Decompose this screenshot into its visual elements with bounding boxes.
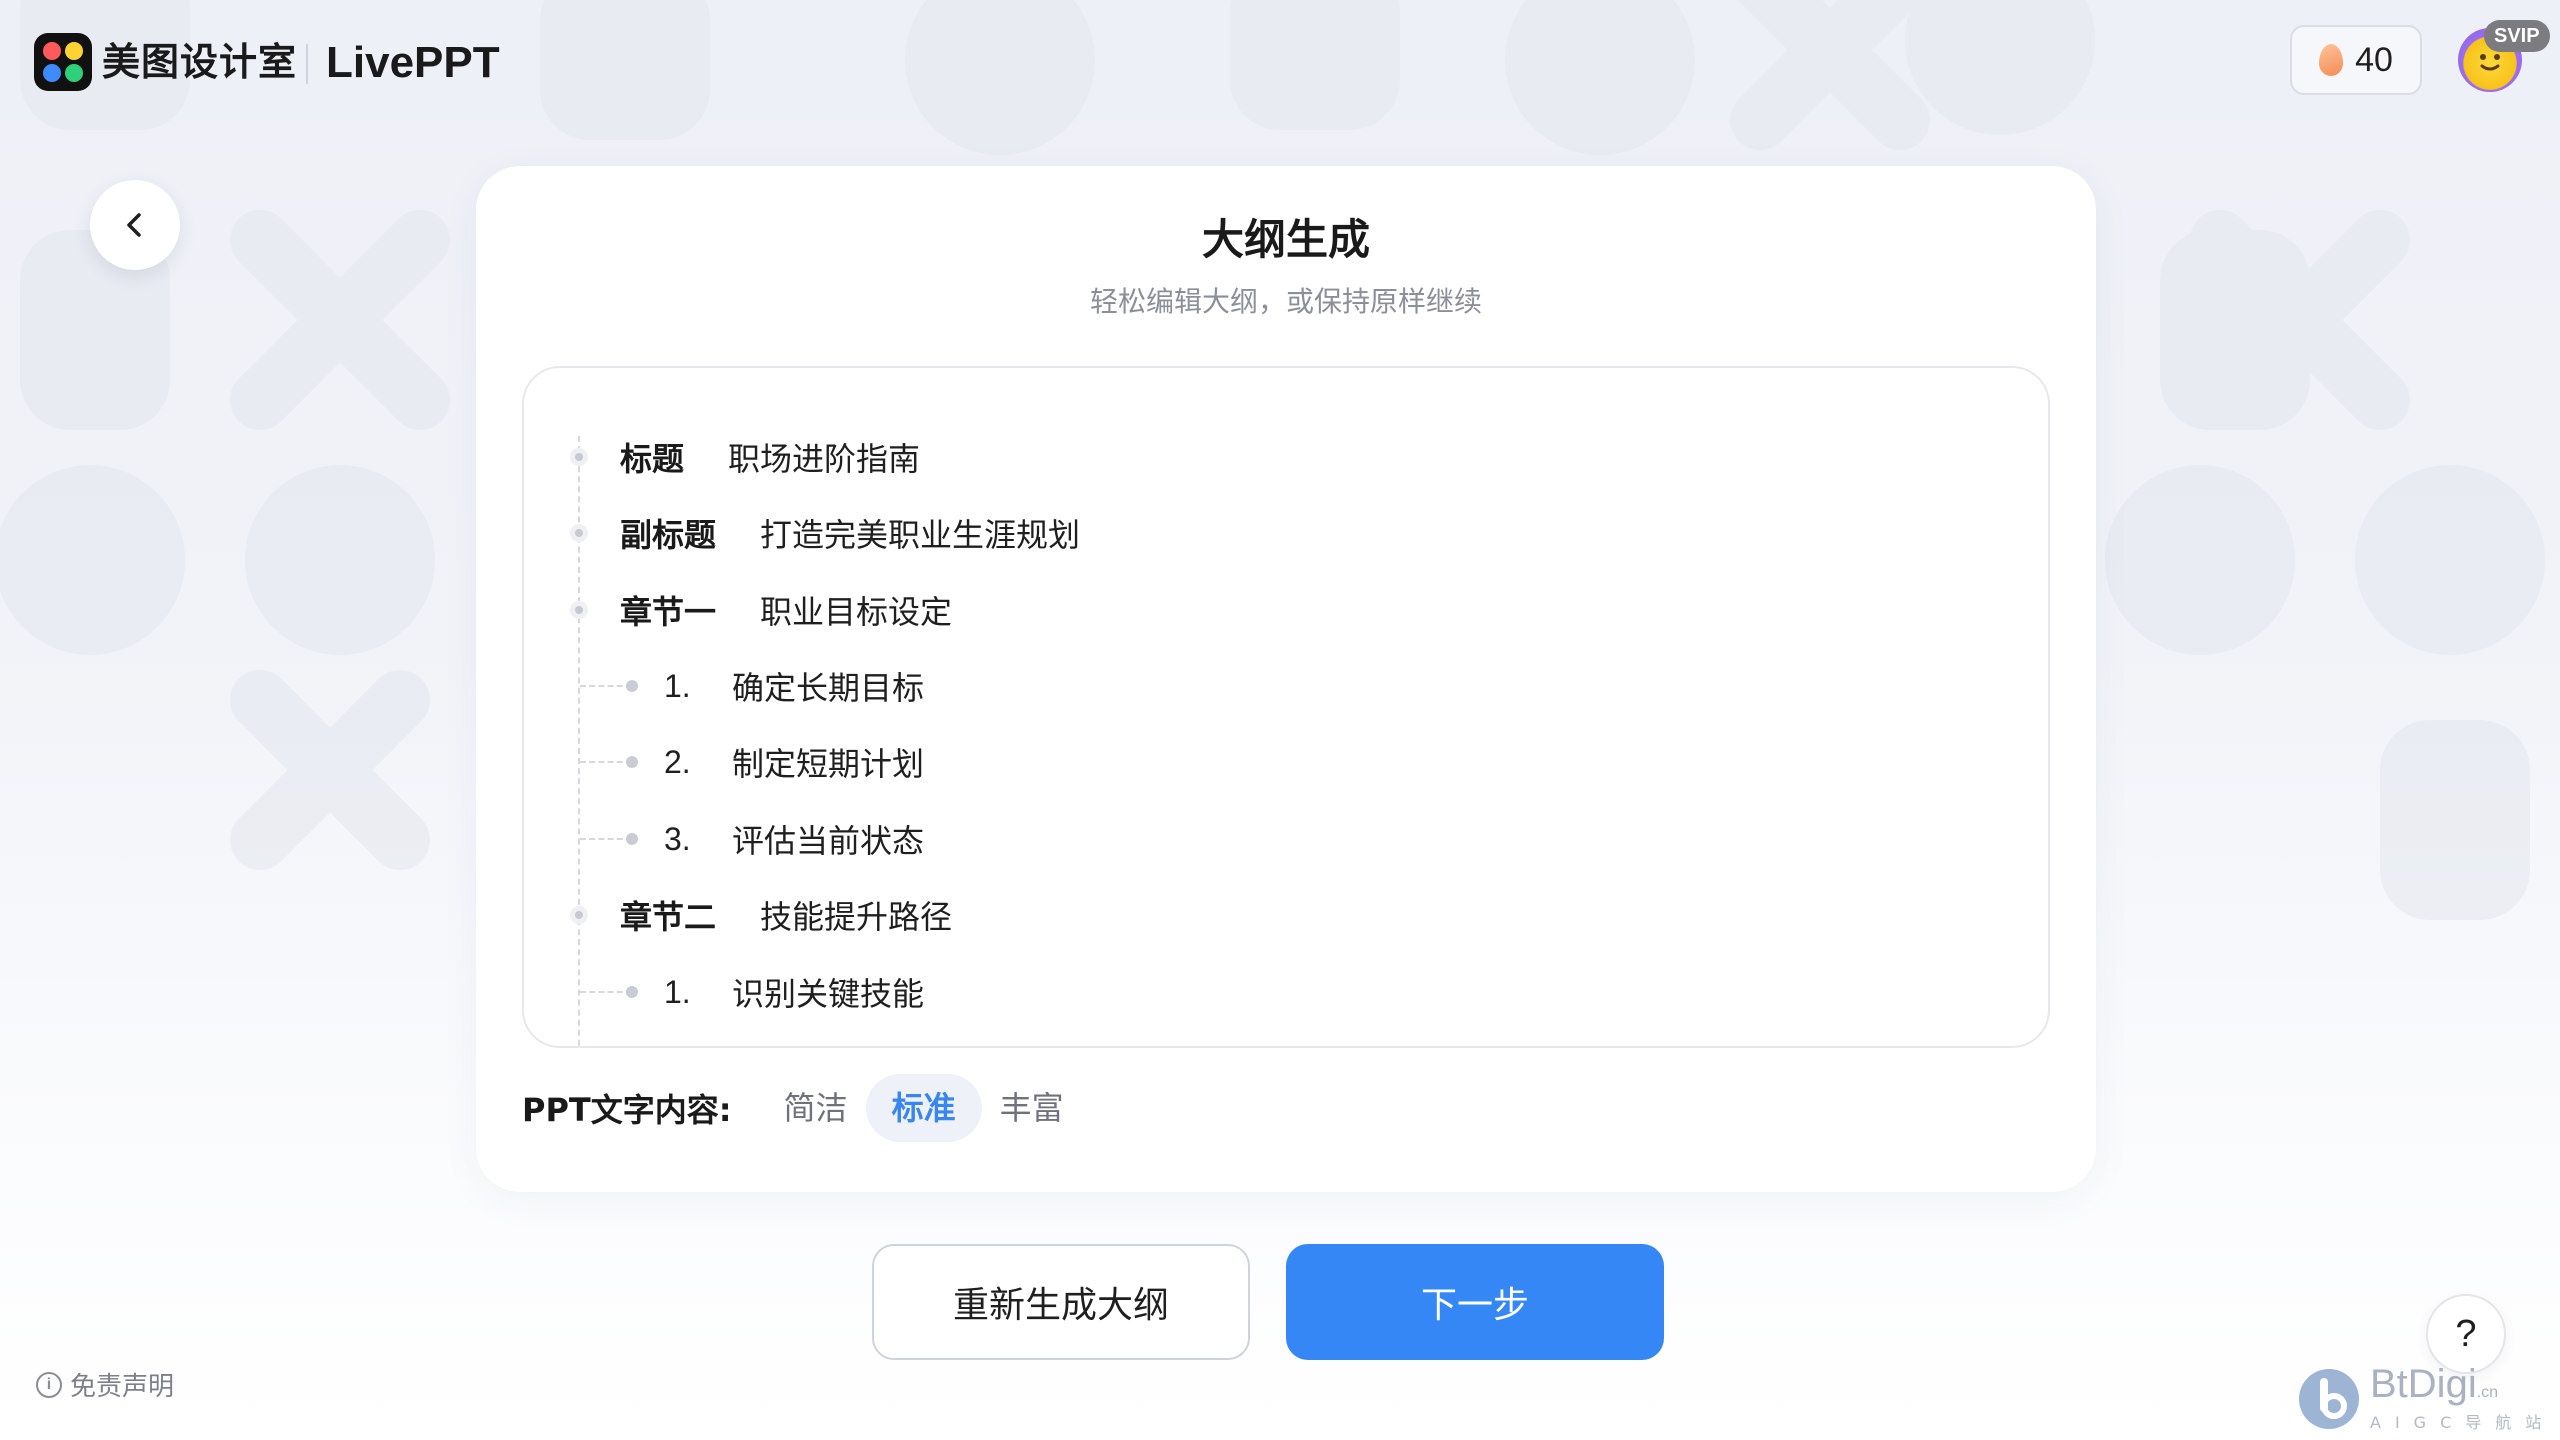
watermark-sub: AIGC导航站 bbox=[2370, 1413, 2556, 1432]
outline-item-subtitle[interactable]: 副标题 打造完美职业生涯规划 bbox=[524, 495, 2048, 571]
timeline-dot bbox=[626, 986, 638, 998]
outline-subitem[interactable]: 2. 制定短期计划 bbox=[524, 724, 2048, 800]
timeline-dot bbox=[570, 906, 588, 924]
density-option-concise[interactable]: 简洁 bbox=[758, 1074, 874, 1142]
outline-number: 2. bbox=[664, 743, 691, 780]
outline-text[interactable]: 制定短期计划 bbox=[732, 739, 924, 785]
outline-number: 1. bbox=[664, 667, 691, 704]
info-icon: i bbox=[36, 1371, 62, 1398]
regenerate-outline-button[interactable]: 重新生成大纲 bbox=[872, 1244, 1250, 1360]
disclaimer-link[interactable]: i 免责声明 bbox=[36, 1366, 174, 1403]
timeline-dot bbox=[626, 833, 638, 845]
outline-card: 大纲生成 轻松编辑大纲，或保持原样继续 标题 职场进阶指南 副标题 打造完美职业… bbox=[476, 166, 2096, 1192]
timeline-branch bbox=[580, 685, 632, 687]
density-option-standard[interactable]: 标准 bbox=[865, 1074, 982, 1142]
page-subtitle: 轻松编辑大纲，或保持原样继续 bbox=[1089, 285, 1482, 318]
outline-label: 副标题 bbox=[620, 516, 717, 554]
outline-subitem[interactable]: 1. 识别关键技能 bbox=[524, 954, 2048, 1030]
outline-item-chapter[interactable]: 章节一 职业目标设定 bbox=[524, 572, 2048, 648]
brand-name[interactable]: 美图设计室 bbox=[102, 34, 297, 90]
timeline-dot bbox=[570, 448, 588, 466]
density-label: PPT文字内容: bbox=[522, 1091, 732, 1129]
outline-item-title[interactable]: 标题 职场进阶指南 bbox=[524, 419, 2048, 495]
back-button[interactable] bbox=[90, 180, 180, 270]
outline-text[interactable]: 技能提升路径 bbox=[760, 892, 952, 938]
egg-icon bbox=[2319, 44, 2344, 76]
timeline-branch bbox=[580, 838, 632, 840]
outline-text[interactable]: 识别关键技能 bbox=[732, 969, 924, 1015]
page-title: 大纲生成 bbox=[1201, 215, 1370, 264]
brand-divider bbox=[306, 44, 308, 84]
timeline-dot bbox=[626, 680, 638, 692]
outline-text[interactable]: 打造完美职业生涯规划 bbox=[760, 510, 1080, 556]
watermark-logo-icon bbox=[2299, 1368, 2359, 1429]
svip-badge: SVIP bbox=[2484, 20, 2550, 52]
product-name: LivePPT bbox=[326, 38, 500, 87]
outline-text[interactable]: 确定长期目标 bbox=[732, 663, 924, 709]
outline-number: 3. bbox=[664, 820, 691, 857]
credits-count: 40 bbox=[2355, 40, 2393, 79]
outline-number: 1. bbox=[664, 973, 691, 1010]
outline-text[interactable]: 评估当前状态 bbox=[732, 816, 924, 862]
outline-text[interactable]: 职业目标设定 bbox=[760, 587, 952, 633]
credits-pill[interactable]: 40 bbox=[2290, 25, 2422, 95]
timeline-dot bbox=[570, 601, 588, 619]
outline-item-chapter[interactable]: 章节二 技能提升路径 bbox=[524, 877, 2048, 953]
density-option-rich[interactable]: 丰富 bbox=[974, 1074, 1090, 1142]
timeline-branch bbox=[580, 761, 632, 763]
timeline-branch bbox=[580, 991, 632, 993]
outline-subitem[interactable]: 3. 评估当前状态 bbox=[524, 801, 2048, 877]
text-density-selector: PPT文字内容: 简洁 标准 丰富 bbox=[522, 1072, 1082, 1144]
outline-text[interactable]: 职场进阶指南 bbox=[728, 434, 920, 480]
brand-logo-icon[interactable] bbox=[34, 33, 92, 91]
timeline-dot bbox=[626, 756, 638, 768]
outline-label: 章节二 bbox=[620, 898, 717, 936]
disclaimer-label: 免责声明 bbox=[70, 1372, 175, 1402]
watermark-suffix: .cn bbox=[2476, 1384, 2499, 1401]
timeline-dot bbox=[570, 524, 588, 542]
next-step-button[interactable]: 下一步 bbox=[1286, 1244, 1664, 1360]
watermark-main: BtDigi bbox=[2370, 1362, 2477, 1406]
outline-subitem[interactable]: 1. 确定长期目标 bbox=[524, 648, 2048, 724]
outline-label: 章节一 bbox=[620, 593, 717, 631]
outline-editor[interactable]: 标题 职场进阶指南 副标题 打造完美职业生涯规划 章节一 职业目标设定 1. 确… bbox=[522, 366, 2050, 1048]
watermark: BtDigi.cn AIGC导航站 bbox=[2296, 1364, 2555, 1433]
outline-label: 标题 bbox=[620, 440, 685, 478]
chevron-left-icon bbox=[127, 213, 141, 237]
